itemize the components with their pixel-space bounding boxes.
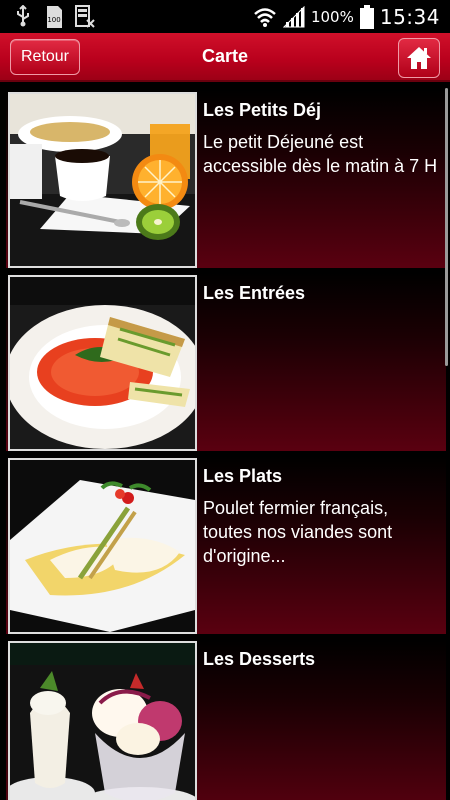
list-item[interactable]: Les Entrées (6, 273, 446, 451)
list-item[interactable]: Les Petits Déj Le petit Déjeuné est acce… (6, 90, 446, 268)
menu-list[interactable]: Les Petits Déj Le petit Déjeuné est acce… (0, 82, 450, 800)
home-icon (407, 47, 431, 69)
item-title: Les Petits Déj (203, 100, 322, 120)
list-item[interactable]: Les Desserts (6, 639, 446, 800)
home-button[interactable] (398, 38, 440, 78)
back-button[interactable]: Retour (10, 39, 80, 75)
status-bar: 100 100% 15:34 (0, 0, 450, 33)
scrollbar[interactable] (445, 88, 448, 366)
list-item[interactable]: Les Plats Poulet fermier français, toute… (6, 456, 446, 634)
item-title: Les Plats (203, 466, 283, 486)
main-course-photo (8, 458, 197, 634)
wifi-icon (254, 8, 276, 27)
breakfast-photo (8, 92, 197, 268)
signal-icon (282, 6, 305, 28)
usb-icon (17, 5, 29, 27)
item-title: Les Desserts (203, 649, 316, 669)
battery-percent: 100% (310, 8, 354, 26)
sd-card-icon: 100 (47, 6, 62, 28)
dessert-photo (8, 641, 197, 800)
app-header: Carte Retour (0, 33, 450, 82)
battery-alert-icon (75, 5, 95, 28)
item-description: Le petit Déjeuné est accessible dès le m… (203, 132, 438, 176)
clock: 15:34 (379, 5, 440, 29)
battery-icon (359, 5, 374, 29)
item-description: Poulet fermier français, toutes nos vian… (203, 498, 393, 566)
item-title: Les Entrées (203, 283, 306, 303)
starter-photo (8, 275, 197, 451)
svg-text:100: 100 (47, 16, 60, 24)
